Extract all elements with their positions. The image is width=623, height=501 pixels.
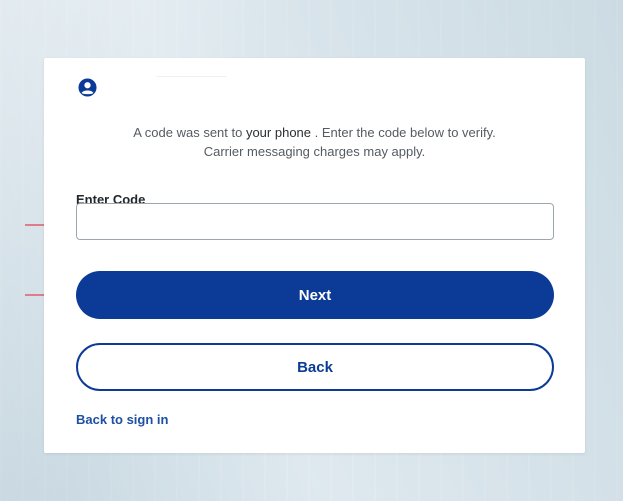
back-button[interactable]: Back (76, 343, 554, 391)
next-button[interactable]: Next (76, 271, 554, 319)
code-input[interactable] (76, 203, 554, 240)
verification-message: A code was sent to your phone . Enter th… (44, 123, 585, 161)
verification-card: A code was sent to your phone . Enter th… (44, 58, 585, 453)
message-destination: your phone (245, 125, 312, 140)
message-line-2: Carrier messaging charges may apply. (203, 144, 426, 159)
user-circle-icon (78, 78, 97, 97)
message-prefix: A code was sent to (133, 125, 246, 140)
message-line-1: A code was sent to your phone . Enter th… (44, 123, 585, 142)
back-to-sign-in-link[interactable]: Back to sign in (76, 412, 168, 427)
divider (156, 76, 226, 77)
message-suffix: . Enter the code below to verify. (311, 125, 496, 140)
